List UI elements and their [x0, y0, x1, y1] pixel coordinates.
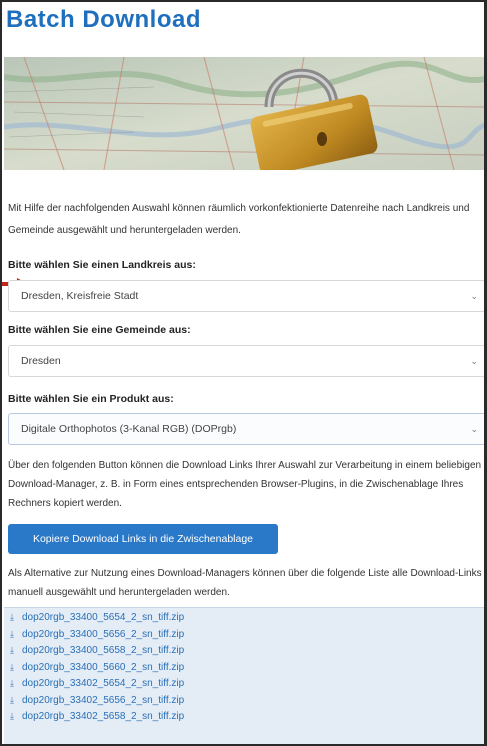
gemeinde-label: Bitte wählen Sie eine Gemeinde aus: [8, 324, 191, 336]
landkreis-selected-value: Dresden, Kreisfreie Stadt [21, 290, 139, 302]
download-icon: ⤓ [10, 711, 14, 721]
chevron-down-icon: ⌄ [470, 424, 478, 434]
copy-links-button[interactable]: Kopiere Download Links in die Zwischenab… [8, 524, 278, 554]
gemeinde-selected-value: Dresden [21, 355, 61, 367]
hero-image-map-padlock [4, 57, 484, 170]
intro-text: Mit Hilfe der nachfolgenden Auswahl könn… [8, 203, 470, 236]
download-link[interactable]: ⤓ dop20rgb_33402_5656_2_sn_tiff.zip [4, 694, 484, 712]
download-icon: ⤓ [10, 645, 14, 655]
download-icon: ⤓ [10, 694, 14, 705]
download-link-label: dop20rgb_33400_5658_2_sn_tiff.zip [22, 645, 185, 656]
chevron-down-icon: ⌄ [470, 356, 478, 366]
download-link-list: ⤓ dop20rgb_33400_5654_2_sn_tiff.zip ⤓ dop2… [4, 607, 484, 744]
produkt-label: Bitte wählen Sie ein Produkt aus: [8, 393, 174, 405]
download-link[interactable]: ⤓ dop20rgb_33400_5654_2_sn_tiff.zip [4, 612, 484, 629]
page-title: Batch Download [6, 6, 202, 33]
gemeinde-select[interactable]: Dresden ⌄ [8, 345, 484, 377]
page-frame: Batch Download Mit Hilfe der nachfolgend… [0, 0, 487, 746]
copy-description: Über den folgenden Button können die Dow… [8, 460, 482, 509]
download-link-label: dop20rgb_33402_5658_2_sn_tiff.zip [22, 711, 185, 722]
alternative-text: Als Alternative zur Nutzung eines Downlo… [8, 568, 482, 598]
download-link-label: dop20rgb_33402_5656_2_sn_tiff.zip [22, 694, 185, 706]
download-link-label: dop20rgb_33400_5654_2_sn_tiff.zip [22, 612, 185, 623]
chevron-down-icon: ⌄ [470, 291, 478, 301]
landkreis-select[interactable]: Dresden, Kreisfreie Stadt ⌄ [8, 280, 484, 312]
produkt-selected-value: Digitale Orthophotos (3-Kanal RGB) (DOPr… [21, 423, 237, 435]
landkreis-label: Bitte wählen Sie einen Landkreis aus: [8, 259, 196, 271]
download-icon: ⤓ [10, 678, 14, 688]
download-link[interactable]: ⤓ dop20rgb_33402_5658_2_sn_tiff.zip [4, 711, 484, 728]
download-link[interactable]: ⤓ dop20rgb_33402_5654_2_sn_tiff.zip [4, 678, 484, 695]
download-icon: ⤓ [10, 612, 14, 622]
download-link-label: dop20rgb_33400_5660_2_sn_tiff.zip [22, 661, 185, 673]
download-link-label: dop20rgb_33402_5654_2_sn_tiff.zip [22, 678, 185, 689]
download-link-label: dop20rgb_33400_5656_2_sn_tiff.zip [22, 628, 185, 640]
download-link[interactable]: ⤓ dop20rgb_33400_5660_2_sn_tiff.zip [4, 661, 484, 679]
produkt-select[interactable]: Digitale Orthophotos (3-Kanal RGB) (DOPr… [8, 413, 484, 445]
download-link[interactable]: ⤓ dop20rgb_33400_5656_2_sn_tiff.zip [4, 628, 484, 646]
download-icon: ⤓ [10, 661, 14, 672]
download-link[interactable]: ⤓ dop20rgb_33400_5658_2_sn_tiff.zip [4, 645, 484, 662]
download-icon: ⤓ [10, 628, 14, 639]
